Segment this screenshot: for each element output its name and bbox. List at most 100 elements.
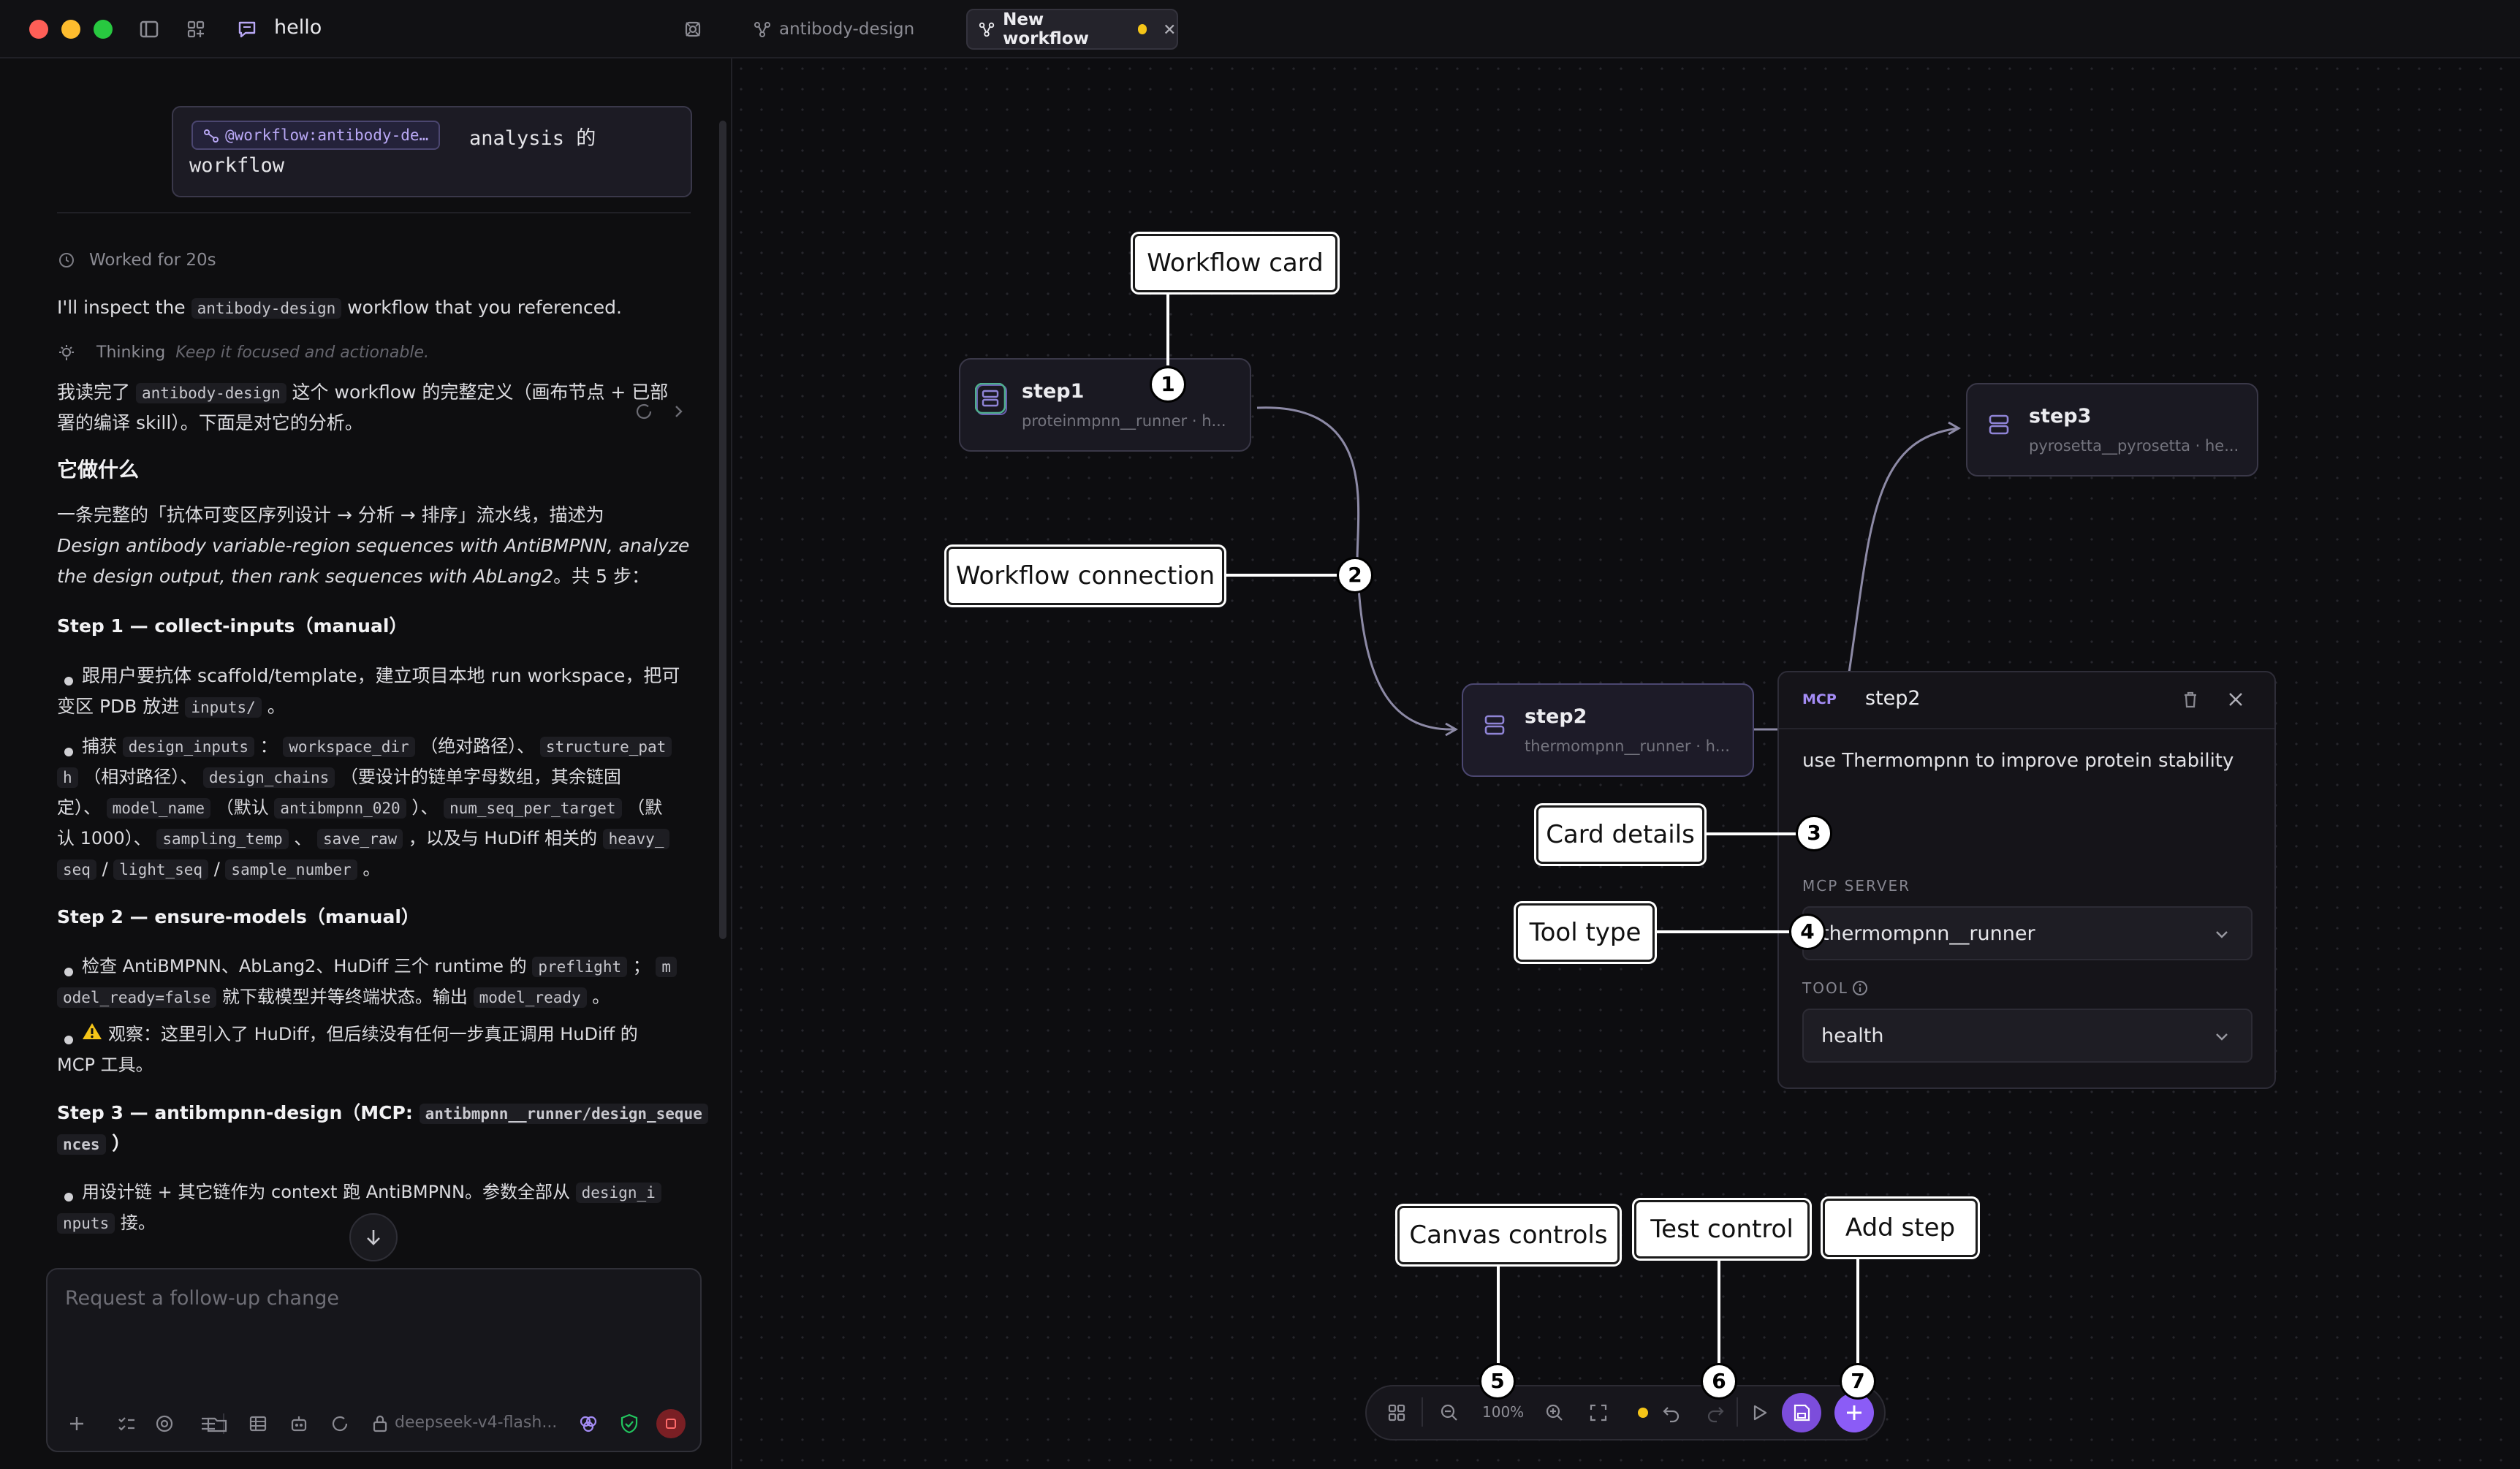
lock-icon	[373, 1415, 387, 1432]
grid-icon[interactable]	[1386, 1402, 1408, 1424]
callout-number: 7	[1840, 1363, 1876, 1400]
info-icon[interactable]	[1852, 980, 1868, 996]
tab-new-workflow[interactable]: New workflow	[966, 9, 1178, 50]
brain-icon[interactable]	[577, 1413, 599, 1435]
chat-panel: @workflow:antibody-de… analysis 的 workfl…	[0, 58, 731, 1469]
step-heading: Step 1 — collect-inputs（manual）	[57, 615, 408, 637]
folder-search-icon[interactable]	[206, 1413, 228, 1435]
divider	[1737, 1397, 1738, 1427]
section-heading: 它做什么	[57, 458, 140, 482]
undo-icon[interactable]	[1661, 1402, 1682, 1424]
step-heading: Step 3 — antibmpnn-design（MCP: antibmpnn…	[57, 1098, 708, 1129]
robot-icon[interactable]	[288, 1413, 310, 1435]
card-details-panel: MCP step2 use Thermompnn to improve prot…	[1777, 671, 2276, 1089]
paragraph: Design antibody variable-region sequence…	[57, 535, 690, 556]
plus-icon[interactable]	[66, 1413, 88, 1435]
paragraph: the design output, then rank sequences w…	[57, 566, 650, 587]
node-subtitle: pyrosetta__pyrosetta · he...	[2029, 437, 2239, 455]
lightbulb-icon	[59, 345, 74, 360]
chevron-down-icon	[2216, 1033, 2228, 1041]
tool-select[interactable]: health	[1802, 1009, 2253, 1063]
list-item: nputs 接。	[57, 1207, 156, 1239]
trash-icon[interactable]	[2179, 688, 2201, 710]
paragraph: 署的编译 skill）。下面是对它的分析。	[57, 412, 363, 433]
callout-number: 4	[1789, 914, 1826, 950]
table-icon[interactable]	[247, 1413, 269, 1435]
node-subtitle: proteinmpnn__runner · h...	[1022, 412, 1226, 430]
callout-workflow-card: Workflow card	[1133, 234, 1337, 292]
minimize-window-button[interactable]	[61, 20, 80, 39]
callout-test-control: Test control	[1634, 1200, 1810, 1259]
bullet	[64, 748, 73, 756]
list-item: MCP 工具。	[57, 1055, 153, 1075]
spiral-icon[interactable]	[153, 1413, 175, 1435]
redo-icon[interactable]	[1704, 1402, 1726, 1424]
chat-title: hello	[274, 16, 322, 39]
chat-scrollbar[interactable]	[719, 121, 726, 939]
scroll-down-button[interactable]	[349, 1213, 398, 1261]
tab-antibody-design[interactable]: antibody-design	[753, 9, 943, 50]
save-icon	[1794, 1404, 1810, 1421]
callout-number: 6	[1701, 1363, 1737, 1400]
close-tab-icon[interactable]	[1163, 22, 1177, 37]
list-item: 捕获 design_inputs ： workspace_dir （绝对路径）、…	[82, 731, 672, 762]
workflow-panel-icon[interactable]	[681, 18, 705, 41]
list-item: h （相对路径）、 design_chains （要设计的链单字母数组，其余链固	[57, 762, 621, 793]
warning-icon	[83, 1023, 102, 1039]
zoom-level[interactable]: 100%	[1482, 1403, 1524, 1421]
workflow-card-step3[interactable]: step3 pyrosetta__pyrosetta · he...	[1966, 383, 2258, 477]
zoom-in-icon[interactable]	[1544, 1402, 1565, 1424]
checklist-icon[interactable]	[115, 1413, 137, 1435]
bullet	[64, 1193, 73, 1202]
bullet	[64, 1036, 73, 1044]
shield-check-icon[interactable]	[618, 1413, 640, 1435]
detail-description[interactable]: use Thermompnn to improve protein stabil…	[1802, 750, 2234, 772]
play-icon[interactable]	[1748, 1402, 1770, 1424]
node-title: step3	[2029, 405, 2092, 428]
list-item: odel_ready=false 就下载模型并等终端状态。输出 model_re…	[57, 982, 610, 1013]
divider	[1422, 1397, 1423, 1427]
fit-view-icon[interactable]	[1587, 1402, 1609, 1424]
chevron-right-icon[interactable]	[671, 402, 687, 421]
user-message-text: workflow	[189, 154, 285, 177]
unsaved-dot	[1638, 1408, 1648, 1418]
unsaved-dot	[1137, 24, 1147, 34]
mcp-server-value: thermompnn__runner	[1821, 922, 2035, 945]
sidebar-toggle-icon[interactable]	[137, 18, 161, 41]
close-window-button[interactable]	[29, 20, 48, 39]
workflow-icon	[979, 22, 995, 37]
callout-line	[1856, 1257, 1859, 1367]
workflow-card-step2[interactable]: step2 thermompnn__runner · h...	[1462, 683, 1754, 777]
tab-label: New workflow	[1003, 10, 1089, 48]
zoom-out-icon[interactable]	[1438, 1402, 1460, 1424]
stop-button[interactable]	[656, 1409, 686, 1438]
composer-input[interactable]: Request a follow-up change	[65, 1287, 339, 1310]
maximize-window-button[interactable]	[94, 20, 113, 39]
title-bar: hello antibody-design New workflow	[0, 0, 2520, 58]
callout-card-details: Card details	[1536, 805, 1704, 864]
user-message-text: analysis 的	[469, 127, 596, 150]
paragraph: 我读完了 antibody-design 这个 workflow 的完整定义（画…	[57, 382, 669, 403]
plus-icon	[1847, 1405, 1861, 1420]
close-icon[interactable]	[2226, 690, 2245, 709]
thinking-row[interactable]: Thinking Keep it focused and actionable.	[96, 338, 429, 368]
callout-line	[1655, 930, 1801, 933]
save-button[interactable]	[1782, 1393, 1821, 1432]
server-icon	[975, 383, 1006, 414]
divider	[57, 212, 691, 213]
workflow-reference-chip[interactable]: @workflow:antibody-de…	[191, 121, 441, 150]
grid-icon[interactable]	[184, 18, 208, 41]
divider	[1779, 728, 2274, 729]
callout-tool-type: Tool type	[1516, 903, 1655, 962]
arrow-down-icon	[367, 1230, 380, 1245]
callout-workflow-connection: Workflow connection	[946, 547, 1224, 605]
timer-icon	[59, 253, 74, 267]
callout-number: 1	[1150, 366, 1186, 403]
list-item: seq / light_seq / sample_number 。	[57, 854, 380, 885]
model-selector[interactable]: deepseek-v4-flash...	[395, 1413, 557, 1432]
bullet	[64, 968, 73, 976]
divider	[731, 58, 732, 1469]
mcp-server-select[interactable]: thermompnn__runner	[1802, 906, 2253, 960]
step-heading: Step 2 — ensure-models（manual）	[57, 906, 420, 927]
callout-line	[1718, 1257, 1720, 1367]
